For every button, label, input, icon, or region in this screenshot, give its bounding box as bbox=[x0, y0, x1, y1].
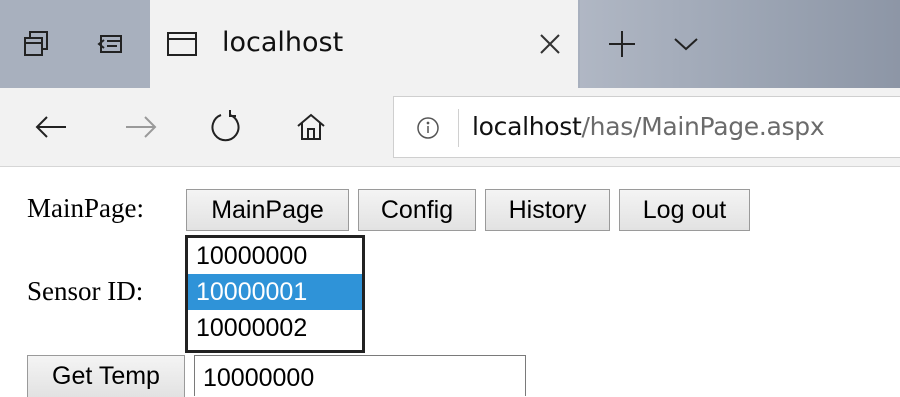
url-host: localhost bbox=[472, 112, 582, 141]
refresh-icon[interactable] bbox=[200, 102, 250, 152]
url-path: /has/MainPage.aspx bbox=[581, 112, 825, 141]
close-tab-icon[interactable] bbox=[530, 24, 570, 64]
sensor-option-selected[interactable]: 10000001 bbox=[188, 274, 362, 310]
tab-strip: localhost bbox=[0, 0, 900, 88]
history-button[interactable]: History bbox=[485, 189, 610, 231]
chevron-down-icon[interactable] bbox=[664, 22, 708, 66]
sensor-id-listbox[interactable]: 10000000 10000001 10000002 bbox=[185, 235, 365, 353]
back-icon[interactable] bbox=[26, 102, 76, 152]
navigation-bar: localhost/has/MainPage.aspx bbox=[0, 88, 900, 167]
page-icon bbox=[160, 22, 204, 66]
mainpage-label: MainPage: bbox=[27, 193, 144, 223]
home-icon[interactable] bbox=[286, 102, 336, 152]
tabs-aside-icon[interactable] bbox=[14, 22, 58, 66]
set-tabs-aside-icon[interactable] bbox=[88, 22, 132, 66]
address-divider bbox=[458, 109, 459, 147]
new-tab-icon[interactable] bbox=[598, 20, 646, 68]
forward-icon[interactable] bbox=[116, 102, 166, 152]
sensor-option[interactable]: 10000000 bbox=[188, 238, 362, 274]
temp-value-input[interactable] bbox=[194, 355, 526, 396]
log-out-button[interactable]: Log out bbox=[619, 189, 750, 231]
address-bar[interactable]: localhost/has/MainPage.aspx bbox=[393, 96, 900, 158]
config-button[interactable]: Config bbox=[358, 189, 476, 231]
get-temp-button[interactable]: Get Temp bbox=[27, 355, 185, 397]
info-icon[interactable] bbox=[414, 114, 442, 142]
page-content: MainPage: MainPage Config History Log ou… bbox=[0, 167, 900, 397]
tab-title[interactable]: localhost bbox=[222, 27, 343, 58]
active-tab[interactable] bbox=[150, 0, 578, 88]
mainpage-button[interactable]: MainPage bbox=[186, 189, 349, 231]
address-url[interactable]: localhost/has/MainPage.aspx bbox=[472, 112, 825, 141]
sensor-id-label: Sensor ID: bbox=[27, 276, 144, 306]
sensor-option[interactable]: 10000002 bbox=[188, 310, 362, 346]
